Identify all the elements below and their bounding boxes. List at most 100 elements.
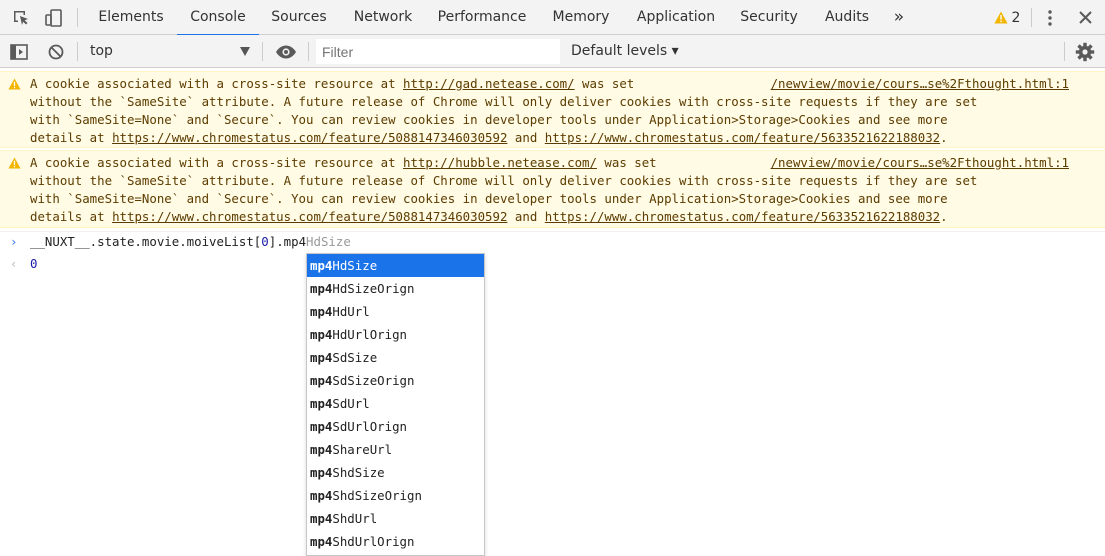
warning-text: . [940,209,948,224]
result-value: 0 [30,256,38,271]
warning-text: details at [30,209,113,224]
autocomplete-item[interactable]: mp4ShdSize [307,461,484,484]
autocomplete-item-label: SdSize [332,350,378,365]
autocomplete-match: mp4 [310,488,333,503]
filter-input[interactable] [316,39,560,64]
warning-line: A cookie associated with a cross-site re… [30,75,642,93]
autocomplete-match: mp4 [310,511,333,526]
autocomplete-match: mp4 [310,419,333,434]
autocomplete-ghost-text: HdSize [306,234,351,249]
toolbar-divider [77,8,78,27]
autocomplete-item[interactable]: mp4SdSize [307,346,484,369]
autocomplete-item-label: HdUrlOrign [332,327,407,342]
warning-line: A cookie associated with a cross-site re… [30,154,664,172]
inspect-element-icon[interactable] [10,0,32,35]
tab-memory[interactable]: Memory [545,0,617,35]
warning-line: with `SameSite=None` and `Secure`. You c… [30,112,948,127]
autocomplete-item-label: HdSize [332,258,378,273]
resource-link[interactable]: http://hubble.netease.com/ [403,155,597,170]
more-options-icon[interactable] [1040,0,1060,35]
device-toolbar-icon[interactable] [42,0,66,35]
autocomplete-match: mp4 [310,327,333,342]
settings-gear-icon[interactable] [1074,35,1096,68]
autocomplete-item-label: HdUrl [332,304,370,319]
autocomplete-match: mp4 [310,396,333,411]
autocomplete-item[interactable]: mp4ShdUrl [307,507,484,530]
sidebar-toggle-icon[interactable] [8,35,30,68]
console-input-line[interactable]: › __NUXT__.state.movie.moiveList[0].mp4H… [0,231,1105,251]
tab-console[interactable]: Console [177,0,259,36]
autocomplete-item[interactable]: mp4ShareUrl [307,438,484,461]
result-arrow-icon: ‹ [10,256,18,271]
warning-text: and [507,130,545,145]
console-input[interactable]: __NUXT__.state.movie.moiveList[0].mp4HdS… [30,232,351,252]
tab-elements[interactable]: Elements [93,0,169,35]
warning-text: A cookie associated with a cross-site re… [30,76,403,91]
autocomplete-match: mp4 [310,304,333,319]
console-result-line: ‹ 0 [0,254,300,274]
tab-audits[interactable]: Audits [818,0,876,35]
warnings-counter[interactable]: 2 [990,0,1024,35]
console-warning: A cookie associated with a cross-site re… [0,71,1105,148]
chromestatus-link[interactable]: https://www.chromestatus.com/feature/508… [112,209,507,224]
toolbar-divider [308,42,309,61]
warning-count: 2 [1011,9,1021,26]
chromestatus-link[interactable]: https://www.chromestatus.com/feature/563… [545,130,940,145]
autocomplete-item[interactable]: mp4HdSizeOrign [307,277,484,300]
warning-text: details at [30,130,113,145]
toolbar-divider [262,42,263,61]
source-link[interactable]: /newview/movie/cours…se%2Fthought.html:1 [771,154,1069,172]
warning-line: with `SameSite=None` and `Secure`. You c… [30,191,948,206]
tab-sources[interactable]: Sources [265,0,333,35]
devtools-tabbar: Elements Console Sources Network Perform… [0,0,1105,36]
source-link[interactable]: /newview/movie/cours…se%2Fthought.html:1 [771,75,1069,93]
autocomplete-suggestions: mp4HdSize mp4HdSizeOrign mp4HdUrl mp4HdUrlO… [306,253,485,556]
autocomplete-item-label: SdUrlOrign [332,419,407,434]
chromestatus-link[interactable]: https://www.chromestatus.com/feature/563… [545,209,940,224]
warning-text: was set [574,76,642,91]
tab-application[interactable]: Application [630,0,722,35]
warning-text: and [507,209,545,224]
autocomplete-item[interactable]: mp4SdSizeOrign [307,369,484,392]
warning-icon [8,157,21,172]
live-expression-eye-icon[interactable] [274,35,298,68]
autocomplete-item-label: ShareUrl [332,442,393,457]
tab-performance[interactable]: Performance [432,0,532,35]
autocomplete-item[interactable]: mp4SdUrl [307,392,484,415]
console-toolbar: top Default levels ▾ [0,35,1105,68]
log-levels-dropdown[interactable]: Default levels ▾ [571,35,679,68]
context-selector[interactable]: top [90,35,113,68]
autocomplete-item[interactable]: mp4HdUrl [307,300,484,323]
warning-text: was set [596,155,665,170]
autocomplete-item-label: ShdSize [332,465,385,480]
resource-link[interactable]: http://gad.netease.com/ [403,76,575,91]
autocomplete-item[interactable]: mp4ShdUrlOrign [307,530,484,553]
autocomplete-item[interactable]: mp4ShdSizeOrign [307,484,484,507]
more-tabs-button[interactable]: » [888,0,910,35]
clear-console-icon[interactable] [45,35,67,68]
autocomplete-item-label: SdUrl [332,396,370,411]
autocomplete-item-label: ShdSizeOrign [332,488,422,503]
autocomplete-match: mp4 [310,373,333,388]
autocomplete-item[interactable]: mp4HdSize [307,254,484,277]
warning-line: details at https://www.chromestatus.com/… [30,208,948,226]
autocomplete-item-label: HdSizeOrign [332,281,415,296]
autocomplete-match: mp4 [310,534,333,549]
warning-line: without the `SameSite` attribute. A futu… [30,94,978,109]
autocomplete-match: mp4 [310,442,333,457]
chromestatus-link[interactable]: https://www.chromestatus.com/feature/508… [112,130,507,145]
autocomplete-item[interactable]: mp4SdUrlOrign [307,415,484,438]
console-warning: A cookie associated with a cross-site re… [0,150,1105,228]
prompt-chevron-icon: › [10,234,18,249]
toolbar-divider [1031,8,1032,27]
tab-network[interactable]: Network [346,0,420,35]
autocomplete-item[interactable]: mp4HdUrlOrign [307,323,484,346]
chevron-down-icon[interactable] [240,47,250,56]
autocomplete-match: mp4 [310,258,333,273]
toolbar-divider [1064,42,1065,61]
tab-security[interactable]: Security [734,0,804,35]
input-text: ].mp4 [268,234,307,249]
autocomplete-item-label: ShdUrlOrign [332,534,415,549]
close-icon[interactable] [1074,0,1096,35]
warning-icon [8,78,21,93]
